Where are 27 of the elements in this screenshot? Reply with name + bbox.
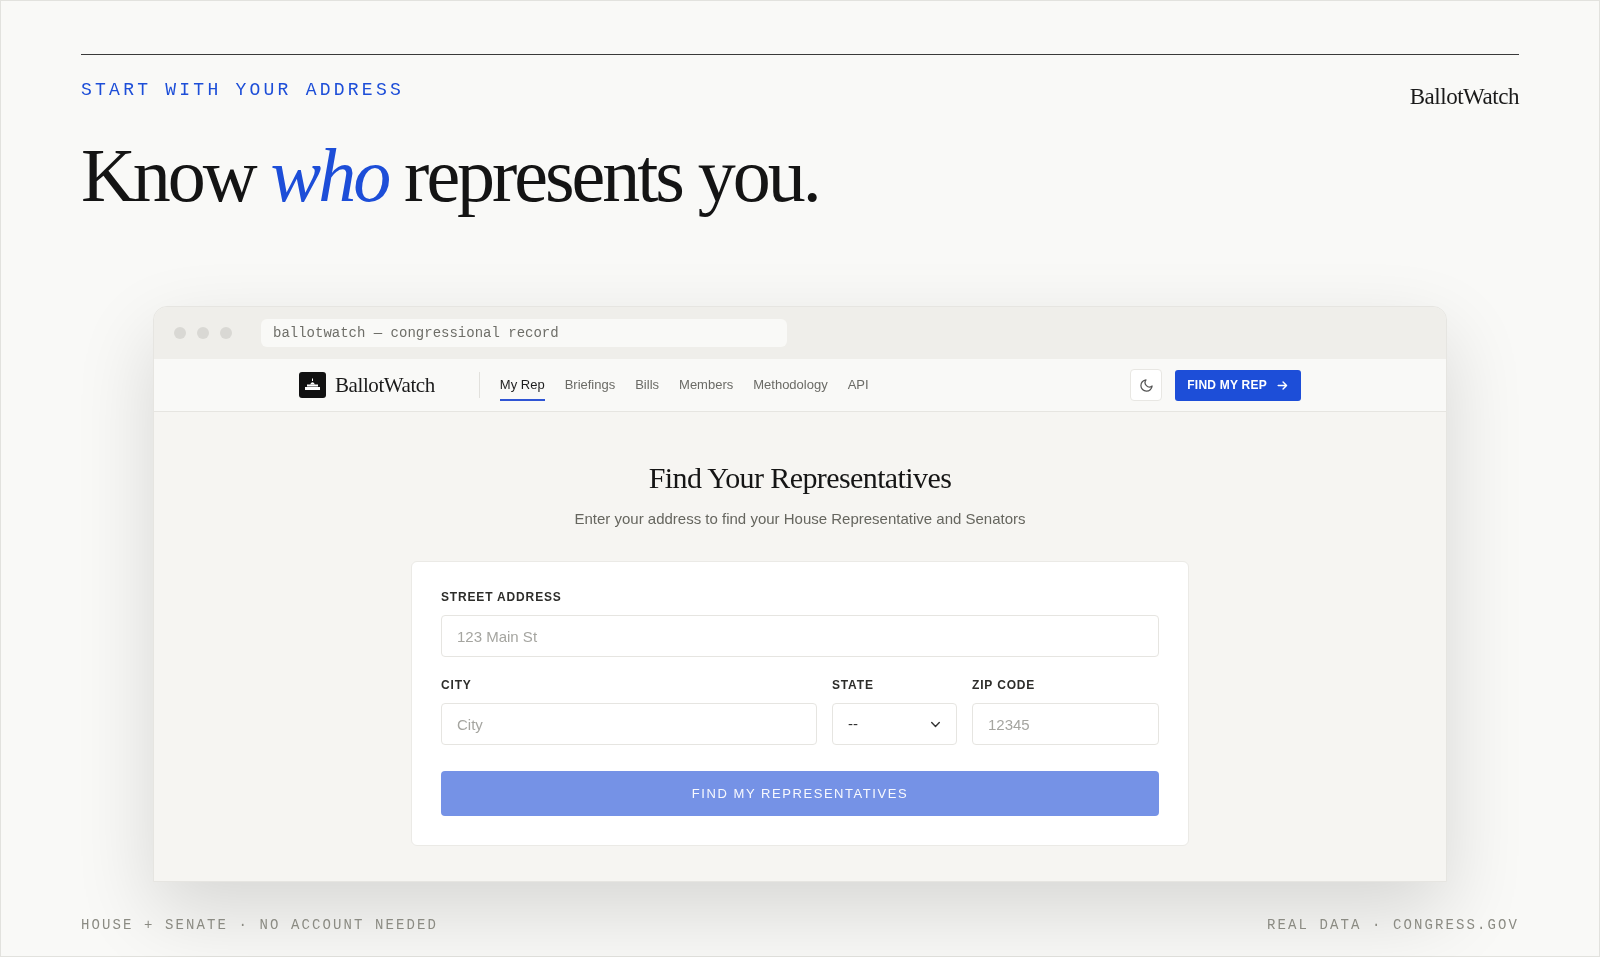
field-label: STATE	[832, 678, 875, 692]
address-bar[interactable]: ballotwatch — congressional record	[261, 319, 787, 347]
page-title: Find Your Representatives	[648, 460, 952, 496]
nav-tab[interactable]: Bills	[635, 377, 660, 401]
nav-tab[interactable]: My Rep	[499, 377, 545, 401]
find-my-rep-button[interactable]: FIND MY REP	[1175, 369, 1301, 401]
footer-text: REAL DATA · CONGRESS.GOV	[1266, 917, 1519, 933]
field-label: STREET ADDRESS	[441, 590, 563, 604]
brand-wordmark: BallotWatch	[1409, 83, 1519, 111]
footer-text: HOUSE + SENATE · NO ACCOUNT NEEDED	[81, 917, 439, 933]
nav-tab[interactable]: Briefings	[564, 377, 616, 401]
nav-tab[interactable]: API	[847, 377, 869, 401]
page-subtitle: Enter your address to find your House Representative and Senators	[574, 509, 1026, 529]
brand-wordmark[interactable]: BallotWatch	[335, 372, 435, 398]
nav-tab[interactable]: Members	[679, 377, 734, 401]
input-field[interactable]: 12345	[972, 703, 1159, 745]
field-label: ZIP CODE	[972, 678, 1037, 692]
input-field[interactable]: 123 Main St	[441, 615, 1159, 657]
theme-toggle-button[interactable]	[1130, 369, 1163, 401]
input-field[interactable]: City	[441, 703, 817, 745]
arrow-right-icon	[1276, 378, 1289, 392]
state-select[interactable]: --	[832, 703, 957, 745]
field-label: CITY	[441, 678, 473, 692]
eyebrow-text: START WITH YOUR ADDRESS	[81, 79, 404, 101]
nav-tab[interactable]: Methodology	[753, 377, 828, 401]
moon-icon	[1138, 377, 1154, 393]
building-logo-icon[interactable]	[299, 372, 326, 398]
